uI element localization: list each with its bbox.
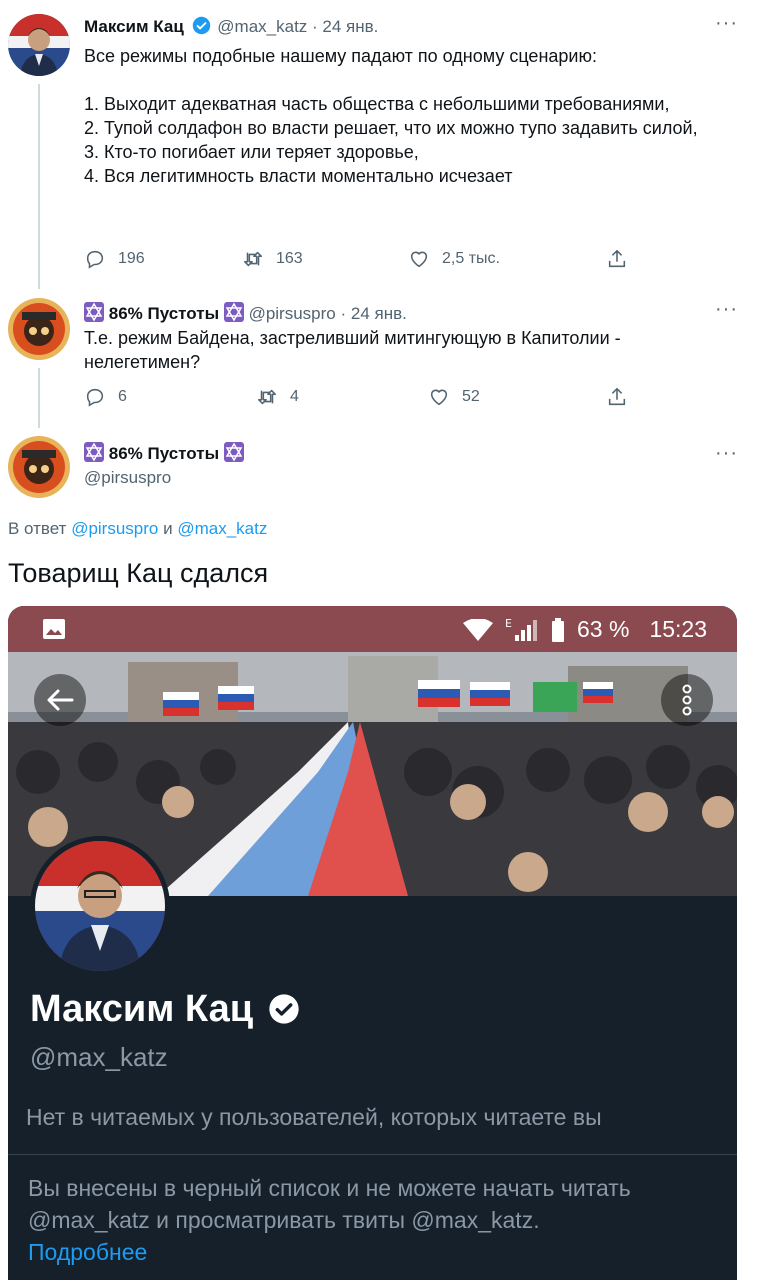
retweet-count: 4 (290, 388, 299, 405)
share-button[interactable] (606, 248, 640, 270)
like-icon (430, 389, 448, 406)
battery-level: 63 % (577, 616, 630, 642)
reply-button[interactable]: 6 (84, 386, 127, 408)
star-of-david-icon (223, 442, 244, 462)
like-button[interactable]: 2,5 тыс. (408, 248, 500, 270)
wifi-icon (463, 618, 493, 641)
status-icons: E 63 % 15:23 (463, 616, 707, 643)
like-icon (410, 251, 428, 268)
retweet-icon (243, 251, 263, 267)
profile-handle: @max_katz (30, 1042, 168, 1072)
verified-icon (192, 16, 211, 35)
blocked-text: Вы внесены в черный список и не можете н… (28, 1175, 631, 1233)
signal-icon: E (505, 617, 537, 641)
reply-count: 196 (118, 250, 145, 267)
verified-icon (268, 994, 299, 1024)
avatar[interactable] (8, 298, 70, 360)
overflow-menu-button[interactable] (661, 674, 713, 726)
more-icon[interactable]: ··· (715, 298, 738, 321)
retweet-button[interactable]: 4 (256, 386, 299, 408)
author-name[interactable]: 86% Пустоты (109, 304, 219, 323)
reply-and: и (163, 519, 173, 538)
retweet-icon (257, 389, 277, 405)
reply-prefix: В ответ (8, 519, 67, 538)
star-of-david-icon (84, 442, 104, 462)
share-button[interactable] (606, 386, 640, 408)
tweet-header: Максим Кац @max_katz · 24 янв. (84, 16, 378, 37)
back-arrow-icon (47, 689, 74, 711)
battery-icon (552, 617, 564, 642)
share-icon (608, 249, 626, 268)
followed-by-note: Нет в читаемых у пользователей, которых … (26, 1104, 602, 1130)
tweet-date[interactable]: · 24 янв. (340, 304, 406, 323)
more-icon[interactable]: ··· (715, 442, 738, 465)
reply-user-link[interactable]: @max_katz (177, 519, 267, 538)
avatar[interactable] (8, 14, 70, 76)
author-handle[interactable]: @max_katz (217, 17, 307, 36)
reply-icon (86, 388, 104, 407)
tweet-text: Т.е. режим Байдена, застреливший митингу… (84, 328, 621, 372)
retweet-count: 163 (276, 250, 303, 267)
profile-name: Максим Кац (30, 988, 300, 1031)
tweet-date[interactable]: · 24 янв. (312, 17, 378, 36)
tweet-text: Все режимы подобные нашему падают по одн… (84, 46, 698, 186)
tweet-header: 86% Пустоты @pirsuspro · 24 янв. (84, 302, 407, 324)
avatar[interactable] (8, 436, 70, 498)
author-name[interactable]: Максим Кац (84, 17, 184, 36)
kebab-icon (682, 684, 692, 716)
profile-name-text: Максим Кац (30, 988, 254, 1030)
learn-more-link[interactable]: Подробнее (28, 1239, 147, 1265)
tweet-actions: 6 4 52 (84, 386, 644, 410)
reply-button[interactable]: 196 (84, 248, 145, 270)
reply-count: 6 (118, 388, 127, 405)
tweet-text: Товарищ Кац сдался (8, 558, 269, 588)
svg-text:E: E (505, 617, 512, 630)
star-of-david-icon (84, 302, 104, 322)
more-icon[interactable]: ··· (715, 12, 738, 35)
star-of-david-icon (223, 302, 244, 322)
like-count: 2,5 тыс. (442, 250, 500, 267)
blocked-notice: Вы внесены в черный список и не можете н… (28, 1172, 708, 1268)
reply-icon (86, 250, 104, 269)
phone-status-bar: E 63 % 15:23 (8, 606, 737, 652)
image-icon (43, 619, 65, 639)
divider (8, 1154, 737, 1155)
like-button[interactable]: 52 (428, 386, 480, 408)
author-name[interactable]: 86% Пустоты (109, 444, 219, 463)
profile-avatar[interactable] (30, 836, 170, 976)
author-handle[interactable]: @pirsuspro (84, 468, 171, 488)
like-count: 52 (462, 388, 480, 405)
back-button[interactable] (34, 674, 86, 726)
tweet-actions: 196 163 2,5 тыс. (84, 248, 644, 272)
tweet-header: 86% Пустоты (84, 442, 244, 464)
reply-context: В ответ @pirsuspro и @max_katz (8, 519, 267, 539)
author-handle[interactable]: @pirsuspro (249, 304, 336, 323)
clock: 15:23 (649, 616, 707, 642)
retweet-button[interactable]: 163 (242, 248, 303, 270)
reply-user-link[interactable]: @pirsuspro (71, 519, 158, 538)
tweet-max-katz[interactable]: Максим Кац @max_katz · 24 янв. ··· Все р… (0, 0, 760, 290)
attached-image[interactable]: E 63 % 15:23 Максим Кац @max_katz Нет в … (8, 606, 737, 1280)
share-icon (608, 387, 626, 406)
tweet-pirsuspro-reply[interactable]: 86% Пустоты @pirsuspro · 24 янв. ··· Т.е… (0, 290, 760, 430)
